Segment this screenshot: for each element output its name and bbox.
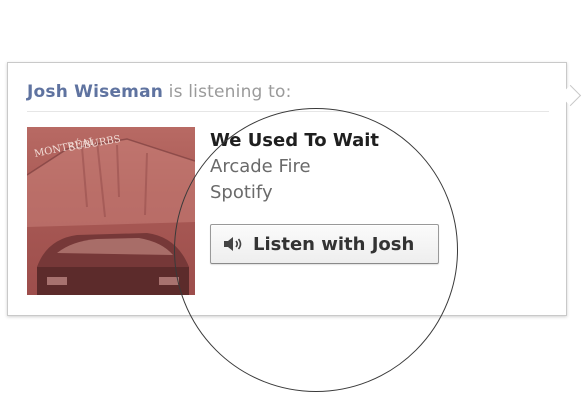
album-art[interactable]: MONTRÉAL SUBURBS [27,127,195,295]
service-name: Spotify [210,182,273,203]
artist-name[interactable]: Arcade Fire [210,156,311,177]
listening-headline: Josh Wiseman is listening to: [27,82,292,102]
header-divider [27,111,549,112]
speaker-icon [223,235,245,253]
listen-button-label: Listen with Josh [253,233,415,255]
listening-status-text: is listening to: [163,82,292,102]
track-title[interactable]: We Used To Wait [210,130,379,151]
album-art-image: MONTRÉAL SUBURBS [27,134,195,295]
listen-with-josh-button[interactable]: Listen with Josh [210,224,439,264]
listening-popup: Josh Wiseman is listening to: MONTRÉAL S… [7,62,567,316]
screen: Josh Wiseman is listening to: MONTRÉAL S… [0,0,585,400]
user-name-link[interactable]: Josh Wiseman [27,82,163,102]
